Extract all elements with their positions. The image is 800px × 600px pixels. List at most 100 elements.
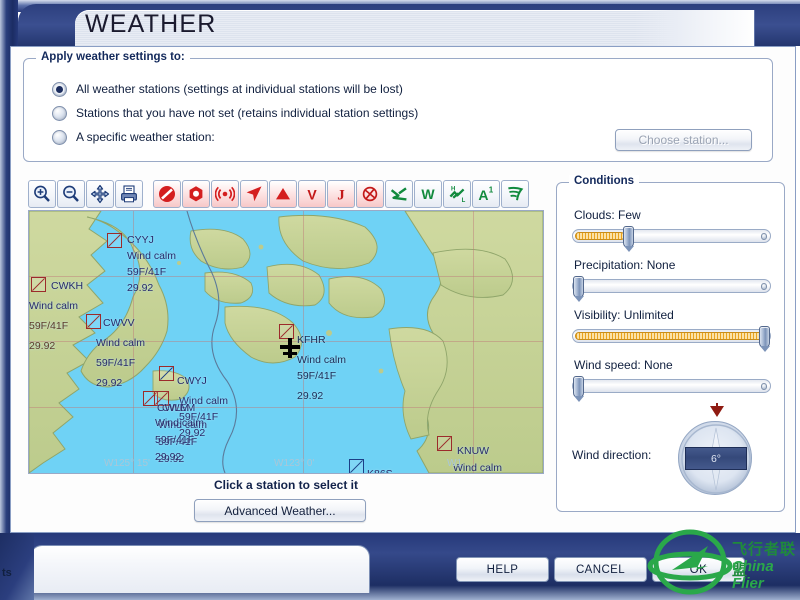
station-label-cyyj-id: CYYJ <box>127 234 154 246</box>
station-label-cyyj-temp: 59F/41F <box>127 266 167 278</box>
windspeed-slider-label: Wind speed: None <box>574 358 673 372</box>
station-label-cwvv-press: 29.92 <box>96 377 123 389</box>
radio-specific-station-indicator[interactable] <box>52 129 67 145</box>
station-label-kfhr-press: 29.92 <box>297 390 324 402</box>
triangle-icon[interactable] <box>269 180 297 208</box>
radio-option-all-stations[interactable]: All weather stations (settings at indivi… <box>52 79 403 99</box>
zoom-out-icon[interactable] <box>57 180 85 208</box>
pan-icon[interactable] <box>86 180 114 208</box>
precipitation-slider-track[interactable] <box>572 276 771 302</box>
station-label-kfhr-wind: Wind calm <box>297 354 347 366</box>
radio-option-specific-station[interactable]: A specific weather station: <box>52 127 215 147</box>
bottom-tab-panel <box>30 545 370 593</box>
v-icon[interactable]: V <box>298 180 326 208</box>
apply-settings-group-title: Apply weather settings to: <box>36 51 190 63</box>
station-label-cwlm-wind: Wind calm <box>155 417 205 429</box>
radar-icon[interactable] <box>211 180 239 208</box>
svg-text:V: V <box>307 186 317 202</box>
surface-icon[interactable] <box>501 180 529 208</box>
map-toolbar: V J W H L A 1 <box>28 179 544 209</box>
station-label-cwvv-wind: Wind calm <box>96 337 146 349</box>
precipitation-slider-thumb[interactable] <box>573 276 584 302</box>
visibility-slider-track[interactable] <box>572 326 771 352</box>
station-label-cwkh-temp: 59F/41F <box>29 320 69 332</box>
print-icon[interactable] <box>115 180 143 208</box>
wind-direction-compass[interactable]: 6° <box>678 421 752 495</box>
clouds-slider-label: Clouds: Few <box>574 208 641 222</box>
map-gridline-horizontal <box>29 276 543 277</box>
cyclone-icon[interactable] <box>356 180 384 208</box>
pressure-icon[interactable]: H L <box>443 180 471 208</box>
radio-unset-stations-label: Stations that you have not set (retains … <box>76 106 419 120</box>
w-icon[interactable]: W <box>414 180 442 208</box>
station-label-cwyj-id: CWYJ <box>177 375 207 387</box>
help-button[interactable]: HELP <box>456 557 549 582</box>
precipitation-slider-end-cap <box>761 283 767 290</box>
radio-unset-stations-indicator[interactable] <box>52 105 67 121</box>
station-label-cyyj-wind: Wind calm <box>127 250 177 262</box>
a1-icon[interactable]: A 1 <box>472 180 500 208</box>
map-gridline-horizontal <box>29 407 543 408</box>
svg-text:W: W <box>421 186 435 202</box>
conditions-group-title: Conditions <box>569 175 640 187</box>
weather-dialog-root: WEATHER Apply weather settings to: All w… <box>0 0 800 600</box>
page-title: WEATHER <box>85 10 217 38</box>
cancel-button[interactable]: CANCEL <box>554 557 647 582</box>
map-coord-label: W125° 15' <box>104 458 150 469</box>
svg-text:A: A <box>478 187 488 203</box>
station-label-cwkh-id: CWKH <box>51 280 84 292</box>
station-label-k86s-id: K86S <box>367 468 393 474</box>
front-icon[interactable] <box>385 180 413 208</box>
visibility-slider-thumb[interactable] <box>759 326 770 352</box>
station-label-kfhr-id: KFHR <box>297 334 326 346</box>
windspeed-slider-end-cap <box>761 383 767 390</box>
svg-text:J: J <box>337 187 345 203</box>
station-label-cwkh-press: 29.92 <box>29 340 56 352</box>
radio-specific-station-label: A specific weather station: <box>76 130 215 144</box>
ok-button[interactable]: OK <box>652 557 745 582</box>
choose-station-button[interactable]: Choose station... <box>615 129 752 151</box>
svg-text:L: L <box>462 198 466 204</box>
map-gridline-vertical <box>473 211 474 473</box>
clouds-slider-fill <box>575 232 625 240</box>
map-coord-label: W123° 0' <box>274 458 315 469</box>
radio-all-stations-indicator[interactable] <box>52 81 67 97</box>
radio-option-unset-stations[interactable]: Stations that you have not set (retains … <box>52 103 418 123</box>
windspeed-slider-thumb[interactable] <box>573 376 584 402</box>
zoom-in-icon[interactable] <box>28 180 56 208</box>
station-symbol-knuw[interactable] <box>437 436 452 451</box>
station-symbol-k86s[interactable] <box>349 459 364 473</box>
weather-map[interactable]: CYYJ Wind calm 59F/41F 29.92 CWKH Wind c… <box>28 210 544 474</box>
wind-arrow-icon[interactable] <box>240 180 268 208</box>
map-coord-label: W1 <box>447 458 462 469</box>
wind-direction-value[interactable]: 6° <box>685 447 747 470</box>
clouds-slider-track[interactable] <box>572 226 771 252</box>
visibility-slider-fill <box>575 332 763 340</box>
apply-settings-group: Apply weather settings to: All weather s… <box>23 51 773 162</box>
station-symbol-cwvv[interactable] <box>86 314 101 329</box>
windspeed-slider-track[interactable] <box>572 376 771 402</box>
station-symbol-cwkh[interactable] <box>31 277 46 292</box>
precipitation-slider-label: Precipitation: None <box>574 258 676 272</box>
background-text-fragment: ts <box>2 567 12 579</box>
map-click-hint: Click a station to select it <box>213 478 359 492</box>
advanced-weather-button[interactable]: Advanced Weather... <box>194 499 366 522</box>
j-icon[interactable]: J <box>327 180 355 208</box>
clouds-slider-thumb[interactable] <box>623 226 634 252</box>
station-label-cwlm-press: 29.92 <box>155 451 182 463</box>
station-label-cwvv-temp: 59F/41F <box>96 357 136 369</box>
station-label-cyyj-press: 29.92 <box>127 282 154 294</box>
station-icon[interactable] <box>182 180 210 208</box>
station-label-cwlm-temp: 59F/41F <box>155 434 195 446</box>
radio-all-stations-label: All weather stations (settings at indivi… <box>76 82 403 96</box>
station-symbol-cyyj[interactable] <box>107 233 122 248</box>
clouds-slider-end-cap <box>761 233 767 240</box>
station-label-cwlm-id: CWLM <box>157 402 190 414</box>
station-label-knuw-id: KNUW <box>457 445 490 457</box>
station-label-cwkh-wind: Wind calm <box>29 300 79 312</box>
no-weather-icon[interactable] <box>153 180 181 208</box>
station-label-kfhr-temp: 59F/41F <box>297 370 337 382</box>
visibility-slider-label: Visibility: Unlimited <box>574 308 674 322</box>
wind-direction-needle[interactable] <box>710 406 724 417</box>
station-symbol-cwyj[interactable] <box>159 366 174 381</box>
